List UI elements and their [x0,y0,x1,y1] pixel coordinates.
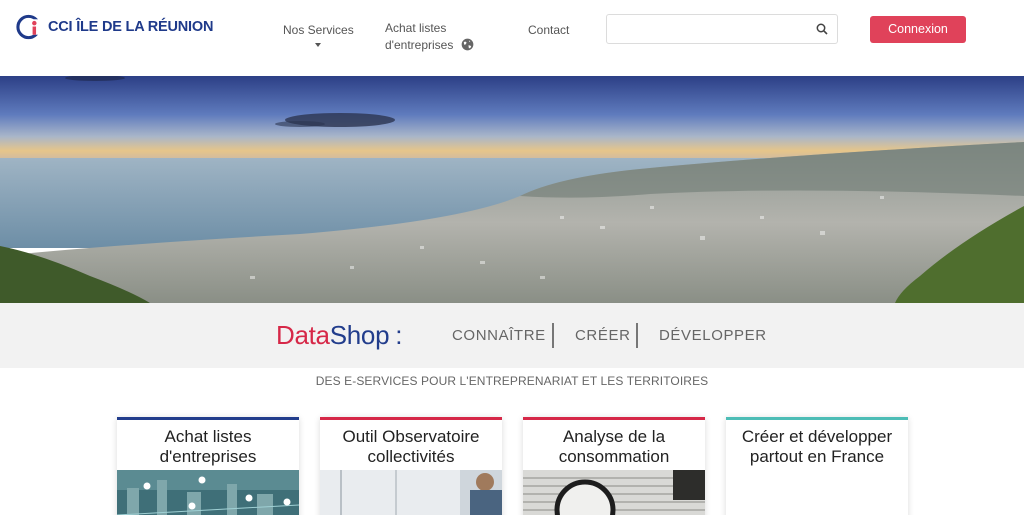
datashop-title-data: Data [276,320,330,350]
globe-icon [461,38,474,51]
card-title-line2: d'entreprises [159,447,257,466]
nav-services-label: Nos Services [283,23,354,37]
card-title-line1: Outil Observatoire [342,427,480,446]
search-icon[interactable] [816,23,828,35]
card-creer-developper[interactable]: Créer et développer partout en France [726,417,908,515]
site-logo[interactable]: CCI ÎLE DE LA RÉUNION [16,13,213,41]
datashop-link-connaitre[interactable]: CONNAÎTRE [452,327,546,344]
card-title-line1: Créer et développer [741,427,893,446]
login-button[interactable]: Connexion [870,16,966,43]
datashop-link-developper[interactable]: DÉVELOPPER [659,327,767,344]
datashop-title-colon: : [395,320,403,350]
card-title-line1: Analyse de la [562,427,666,446]
card-title: Achat listes d'entreprises [117,420,299,473]
card-image-city-map [117,470,299,515]
card-outil-observatoire[interactable]: Outil Observatoire collectivités [320,417,502,515]
datashop-separator [552,323,554,348]
datashop-title: DataShop: [276,320,403,351]
caret-down-icon [315,43,322,47]
site-header: CCI ÎLE DE LA RÉUNION Nos Services Achat… [0,0,1024,76]
card-title: Créer et développer partout en France [726,420,908,473]
datashop-separator [636,323,638,348]
card-image-magnifier [523,470,705,515]
card-title-line2: partout en France [749,447,885,466]
card-title-line2: consommation [558,447,670,466]
datashop-band: DataShop: CONNAÎTRE CRÉER DÉVELOPPER [0,303,1024,368]
nav-achat-line2: d'entreprises [385,38,454,52]
card-title: Analyse de la consommation [523,420,705,473]
cci-logo-icon [16,14,43,40]
search-input[interactable] [607,15,807,43]
card-image-office [320,470,502,515]
hero-banner [0,76,1024,303]
nav-achat-listes[interactable]: Achat listes d'entreprises [385,20,474,54]
datashop-link-creer[interactable]: CRÉER [575,327,631,344]
card-achat-listes[interactable]: Achat listes d'entreprises [117,417,299,515]
nav-contact[interactable]: Contact [528,22,569,39]
card-title-line1: Achat listes [164,427,252,446]
tagline: DES E-SERVICES POUR L'ENTREPRENARIAT ET … [315,374,709,388]
card-title-line2: collectivités [367,447,455,466]
nav-achat-line1: Achat listes [385,21,447,35]
nav-nos-services[interactable]: Nos Services [283,22,354,47]
brand-name: CCI ÎLE DE LA RÉUNION [48,19,214,35]
card-analyse-consommation[interactable]: Analyse de la consommation [523,417,705,515]
datashop-title-shop: Shop [329,320,390,350]
hero-panorama-image [0,76,1024,303]
card-title: Outil Observatoire collectivités [320,420,502,473]
search-box [606,14,838,44]
